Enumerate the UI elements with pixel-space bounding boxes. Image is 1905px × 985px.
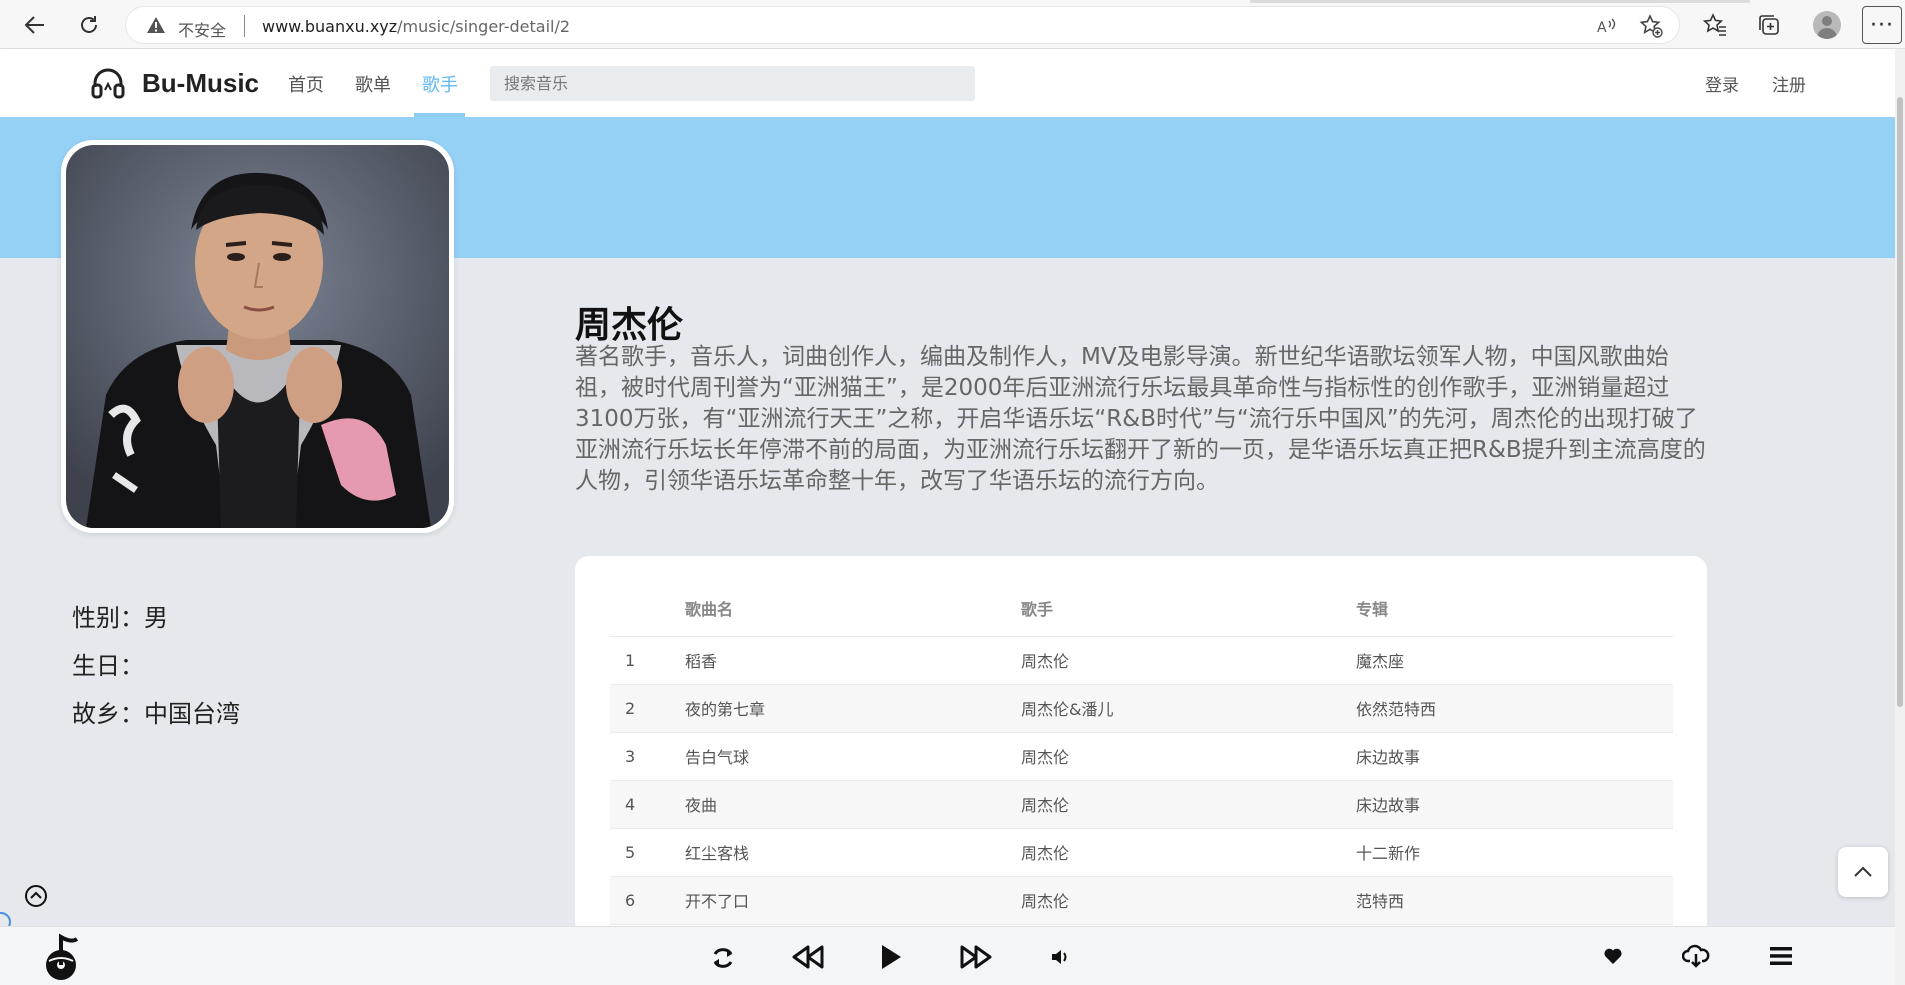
song-table: 歌曲名 歌手 专辑 1 稻香 周杰伦 魔杰座 2 夜的第七章 周杰伦&潘儿 依然… [610, 580, 1673, 925]
row-index: 1 [610, 636, 685, 685]
singer-gender: 性别：男 [72, 598, 168, 633]
login-link[interactable]: 登录 [1705, 71, 1739, 96]
more-menu-button[interactable]: ··· [1862, 6, 1902, 44]
nav-home[interactable]: 首页 [288, 71, 324, 97]
nav-singers[interactable]: 歌手 [422, 71, 458, 97]
favorites-icon[interactable] [1698, 8, 1732, 42]
gender-value: 男 [144, 604, 168, 632]
table-row[interactable]: 3 告白气球 周杰伦 床边故事 [610, 732, 1673, 781]
site-header: Bu-Music 首页 歌单 歌手 登录 注册 [0, 49, 1895, 117]
row-song-name[interactable]: 夜曲 [685, 780, 1021, 829]
gender-label: 性别： [72, 604, 144, 632]
browser-toolbar: 不安全 www.buanxu.xyz/music/singer-detail/2… [0, 0, 1905, 49]
address-bar[interactable]: 不安全 www.buanxu.xyz/music/singer-detail/2… [125, 6, 1680, 44]
url-host: www.buanxu.xyz [262, 17, 398, 36]
table-row[interactable]: 4 夜曲 周杰伦 床边故事 [610, 780, 1673, 829]
song-list-card: 歌曲名 歌手 专辑 1 稻香 周杰伦 魔杰座 2 夜的第七章 周杰伦&潘儿 依然… [575, 556, 1707, 936]
player-collapse-toggle[interactable] [24, 884, 48, 912]
insecure-label: 不安全 [178, 21, 227, 40]
back-to-top-button[interactable] [1838, 847, 1888, 897]
row-index: 6 [610, 876, 685, 925]
song-table-header: 歌曲名 歌手 专辑 [610, 580, 1673, 637]
profile-avatar[interactable] [1813, 11, 1841, 39]
table-row[interactable]: 1 稻香 周杰伦 魔杰座 [610, 636, 1673, 685]
singer-intro: 著名歌手，音乐人，词曲创作人，编曲及制作人，MV及电影导演。新世纪华语歌坛领军人… [575, 344, 1706, 494]
row-song-name[interactable]: 告白气球 [685, 732, 1021, 781]
col-album: 专辑 [1356, 580, 1673, 637]
loop-icon[interactable] [708, 943, 738, 973]
hometown-label: 故乡： [72, 700, 144, 728]
register-link[interactable]: 注册 [1772, 71, 1806, 96]
nav-playlists[interactable]: 歌单 [355, 71, 391, 97]
arrow-left-icon[interactable] [18, 8, 52, 42]
player-bar [0, 926, 1895, 985]
table-row[interactable]: 5 红尘客栈 周杰伦 十二新作 [610, 828, 1673, 877]
row-song-name[interactable]: 稻香 [685, 636, 1021, 685]
svg-text:A: A [1597, 20, 1607, 36]
row-index: 5 [610, 828, 685, 877]
play-icon[interactable] [876, 941, 906, 973]
headphones-icon[interactable] [90, 65, 126, 105]
row-index: 4 [610, 780, 685, 829]
search-input[interactable] [490, 66, 975, 101]
volume-icon[interactable] [1048, 945, 1072, 969]
cloud-download-icon[interactable] [1681, 941, 1711, 971]
row-singer: 周杰伦 [1021, 780, 1356, 829]
row-index: 2 [610, 684, 685, 733]
singer-avatar [66, 145, 449, 528]
row-album: 范特西 [1356, 876, 1673, 925]
collections-icon[interactable] [1752, 8, 1786, 42]
row-singer: 周杰伦 [1021, 828, 1356, 877]
skip-back-icon[interactable] [790, 942, 826, 972]
skip-forward-icon[interactable] [958, 942, 994, 972]
row-song-name[interactable]: 开不了口 [685, 876, 1021, 925]
url-path: /music/singer-detail/2 [397, 17, 571, 36]
row-album: 床边故事 [1356, 732, 1673, 781]
chevron-up-icon [1853, 863, 1873, 882]
list-icon[interactable] [1767, 943, 1795, 969]
site-logo-text[interactable]: Bu-Music [142, 68, 259, 99]
singer-name: 周杰伦 [575, 305, 684, 346]
warning-icon [146, 16, 166, 38]
url-text[interactable]: www.buanxu.xyz/music/singer-detail/2 [262, 17, 570, 36]
col-singer: 歌手 [1021, 580, 1356, 637]
row-singer: 周杰伦 [1021, 636, 1356, 685]
singer-avatar-frame [61, 140, 454, 533]
table-row[interactable]: 6 开不了口 周杰伦 范特西 [610, 876, 1673, 925]
player-logo-icon[interactable] [36, 931, 90, 983]
row-album: 依然范特西 [1356, 684, 1673, 733]
singer-hometown: 故乡：中国台湾 [72, 694, 240, 729]
table-row[interactable]: 2 夜的第七章 周杰伦&潘儿 依然范特西 [610, 684, 1673, 733]
row-song-name[interactable]: 红尘客栈 [685, 828, 1021, 877]
row-album: 床边故事 [1356, 780, 1673, 829]
row-album: 魔杰座 [1356, 636, 1673, 685]
singer-birthday: 生日： [72, 646, 144, 681]
row-singer: 周杰伦&潘儿 [1021, 684, 1356, 733]
heart-icon[interactable] [1600, 943, 1626, 969]
scrollbar-thumb[interactable] [1897, 97, 1903, 707]
hometown-value: 中国台湾 [144, 700, 240, 728]
star-plus-icon[interactable] [1638, 13, 1664, 39]
row-song-name[interactable]: 夜的第七章 [685, 684, 1021, 733]
read-aloud-icon[interactable]: A [1594, 13, 1620, 39]
row-index: 3 [610, 732, 685, 781]
row-singer: 周杰伦 [1021, 876, 1356, 925]
tab-strip [1250, 0, 1750, 3]
address-separator [244, 15, 245, 37]
refresh-icon[interactable] [72, 8, 106, 42]
row-album: 十二新作 [1356, 828, 1673, 877]
birthday-label: 生日： [72, 652, 144, 680]
col-song-name: 歌曲名 [685, 580, 1021, 637]
col-index [610, 580, 685, 637]
row-singer: 周杰伦 [1021, 732, 1356, 781]
